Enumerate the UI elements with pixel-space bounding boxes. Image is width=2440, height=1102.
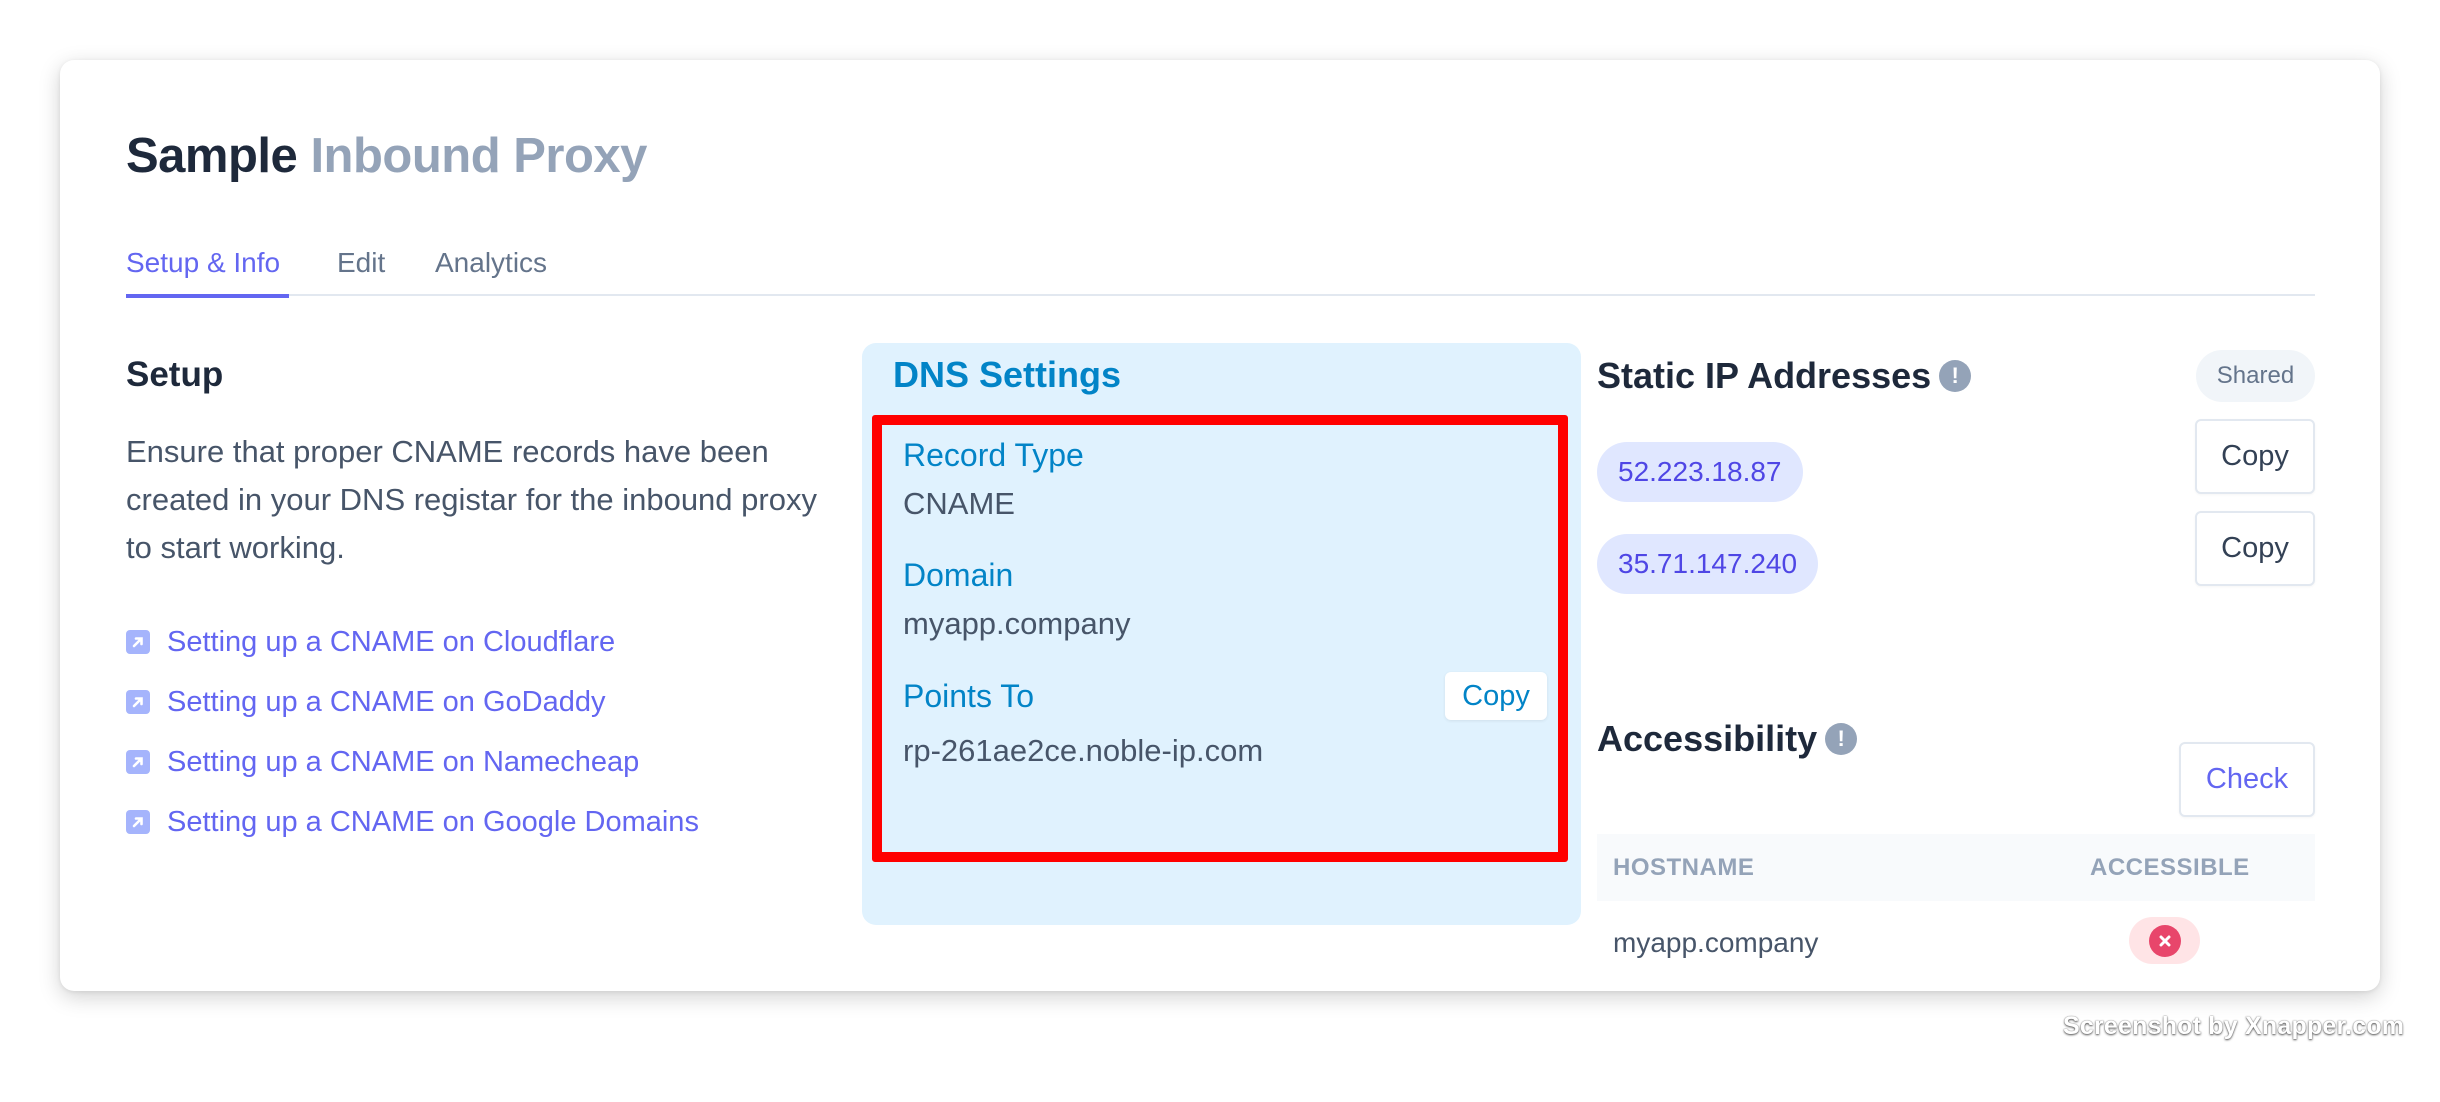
page-title: Sample Inbound Proxy [126,116,647,196]
link-label: Setting up a CNAME on Namecheap [167,745,640,778]
accessible-status-badge [2129,917,2200,964]
column-header-hostname: HOSTNAME [1613,854,1755,881]
setup-description: Ensure that proper CNAME records have be… [126,434,817,565]
link-label: Setting up a CNAME on Google Domains [167,805,699,838]
setup-links: Setting up a CNAME on Cloudflare Setting… [126,612,699,852]
table-row: myapp.company [1597,901,2315,989]
copy-ip-button[interactable]: Copy [2195,511,2315,586]
static-ip-heading-text: Static IP Addresses [1597,355,1932,396]
dns-settings-panel: DNS Settings Record Type CNAME Domain my… [862,343,1581,925]
tab-bar: Setup & Info Edit Analytics [126,220,2315,298]
table-header: HOSTNAME ACCESSIBLE [1597,834,2315,901]
external-link-icon [126,750,150,774]
external-link-icon [126,690,150,714]
link-cloudflare[interactable]: Setting up a CNAME on Cloudflare [126,612,699,672]
record-type-value: CNAME [903,486,1015,521]
accessibility-table: HOSTNAME ACCESSIBLE myapp.company [1597,834,2315,989]
highlight-box: Record Type CNAME Domain myapp.company P… [872,415,1568,862]
setup-heading: Setup [126,355,224,394]
proxy-card: Sample Inbound Proxy Setup & Info Edit A… [60,60,2380,991]
points-to-label: Points To [903,678,1035,714]
link-label: Setting up a CNAME on Cloudflare [167,625,616,658]
shared-badge: Shared [2196,350,2315,402]
link-google-domains[interactable]: Setting up a CNAME on Google Domains [126,792,699,852]
dns-settings-title: DNS Settings [893,354,1122,395]
link-label: Setting up a CNAME on GoDaddy [167,685,606,718]
ip-address-pill: 35.71.147.240 [1597,534,1819,594]
page-title-primary: Sample [126,129,298,183]
info-icon[interactable]: ! [1825,723,1858,755]
accessibility-heading-text: Accessibility [1597,718,1818,759]
link-namecheap[interactable]: Setting up a CNAME on Namecheap [126,732,699,792]
copy-points-to-button[interactable]: Copy [1445,672,1547,720]
external-link-icon [126,630,150,654]
x-circle-icon [2148,924,2181,957]
copy-ip-button[interactable]: Copy [2195,419,2315,494]
right-column: Static IP Addresses ! Shared 52.223.18.8… [1597,343,2315,964]
hostname-cell: myapp.company [1613,927,1819,958]
column-header-accessible: ACCESSIBLE [2090,854,2250,881]
accessibility-heading: Accessibility ! [1597,709,1858,769]
tab-analytics[interactable]: Analytics [435,220,547,296]
tab-edit[interactable]: Edit [337,220,385,296]
domain-label: Domain [903,557,1014,593]
domain-value: myapp.company [903,606,1131,641]
link-godaddy[interactable]: Setting up a CNAME on GoDaddy [126,672,699,732]
tab-setup-info[interactable]: Setup & Info [126,220,289,298]
external-link-icon [126,810,150,834]
static-ip-heading: Static IP Addresses ! [1597,346,1972,406]
check-button[interactable]: Check [2179,742,2315,817]
info-icon[interactable]: ! [1939,360,1972,392]
record-type-label: Record Type [903,437,1084,473]
page-title-secondary: Inbound Proxy [310,129,647,183]
ip-address-pill: 52.223.18.87 [1597,442,1803,502]
points-to-value: rp-261ae2ce.noble-ip.com [903,733,1264,768]
watermark: Screenshot by Xnapper.com [2063,1012,2405,1040]
